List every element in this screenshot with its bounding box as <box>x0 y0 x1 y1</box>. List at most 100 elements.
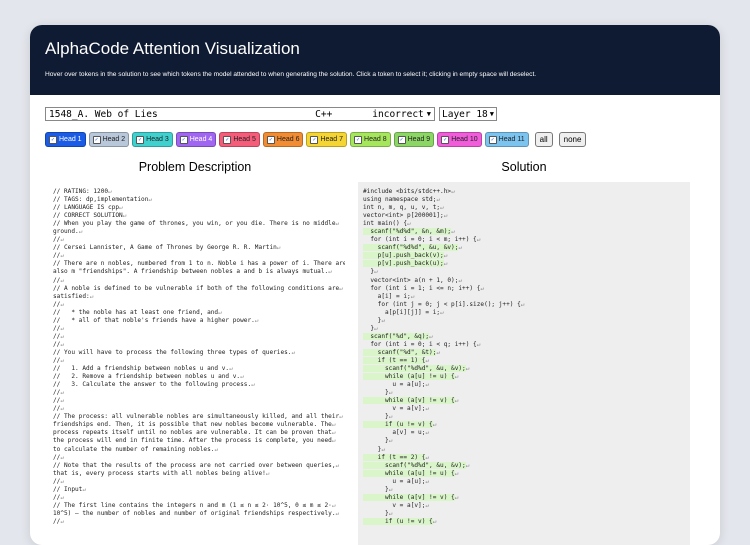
solution-line[interactable]: vector<int> p[200001];↵ <box>363 212 690 220</box>
solution-line[interactable]: if (u != v) {↵ <box>363 421 690 429</box>
problem-line[interactable]: //↵ <box>53 478 345 486</box>
head-toggle-4[interactable]: ✓ Head 4 <box>175 132 217 147</box>
solution-line[interactable]: scanf("%d", &t);↵ <box>363 348 690 357</box>
solution-line-text[interactable]: a[i] = i; <box>363 293 411 300</box>
problem-line-text[interactable]: // 1. Add a friendship between nobles u … <box>53 365 229 372</box>
problem-line-text[interactable]: ground. <box>53 228 79 235</box>
checkbox-icon[interactable]: ✓ <box>223 135 232 144</box>
checkbox-icon[interactable]: ✓ <box>310 135 319 144</box>
solution-line-text[interactable]: } <box>363 510 389 517</box>
solution-line-text[interactable]: if (u != v) { <box>363 517 433 525</box>
solution-line-text[interactable]: } <box>363 325 374 332</box>
problem-line-text[interactable]: // 3. Calculate the answer to the follow… <box>53 381 251 388</box>
problem-line-text[interactable]: // When you play the game of thrones, yo… <box>53 220 336 227</box>
checkbox-icon[interactable]: ✓ <box>488 135 497 144</box>
solution-line-text[interactable]: while (a[u] != u) { <box>363 373 455 381</box>
solution-line[interactable]: u = a[u];↵ <box>363 381 690 389</box>
solution-line-text[interactable]: v = a[v]; <box>363 405 425 412</box>
solution-line-text[interactable]: scanf("%d%d", &u, &v); <box>363 461 466 469</box>
problem-line[interactable]: //↵ <box>53 236 345 244</box>
problem-line-text[interactable]: friendships end. Then, it is possible th… <box>53 421 332 428</box>
problem-line[interactable]: // A noble is defined to be vulnerable i… <box>53 285 345 293</box>
solution-line-text[interactable]: } <box>363 389 389 396</box>
problem-line[interactable]: //↵ <box>53 405 345 413</box>
head-toggle-11[interactable]: ✓ Head 11 <box>484 132 529 147</box>
head-toggle-8[interactable]: ✓ Head 8 <box>350 132 391 147</box>
problem-line[interactable]: //↵ <box>53 518 345 526</box>
head-toggle-10[interactable]: ✓ Head 10 <box>437 132 482 147</box>
solution-line[interactable]: }↵ <box>363 510 690 518</box>
problem-line[interactable]: to calculate the number of remaining nob… <box>53 446 345 454</box>
solution-line-text[interactable]: for (int i = 0; i < m; i++) { <box>363 236 476 243</box>
solution-line-text[interactable]: } <box>363 413 389 420</box>
problem-line-text[interactable]: // RATING: 1200 <box>53 188 108 195</box>
solution-line[interactable]: if (u != v) {↵ <box>363 517 690 526</box>
solution-line-text[interactable]: int n, m, q, u, v, t; <box>363 204 440 211</box>
problem-line-text[interactable]: // Cersei Lannister, A Game of Thrones b… <box>53 244 277 251</box>
layer-select[interactable]: Layer 18 ▼ <box>439 107 497 121</box>
head-toggle-3[interactable]: ✓ Head 3 <box>132 132 173 147</box>
solution-line-text[interactable]: } <box>363 437 389 444</box>
solution-line[interactable]: }↵ <box>363 437 690 445</box>
problem-line[interactable]: process repeats itself until no nobles a… <box>53 429 345 437</box>
problem-line-text[interactable]: // * the noble has at least one friend, … <box>53 309 218 316</box>
problem-line[interactable]: 10^5) — the number of nobles and number … <box>53 510 345 518</box>
problem-line-text[interactable]: satisfied: <box>53 293 90 300</box>
problem-line[interactable]: //↵ <box>53 454 345 462</box>
problem-line[interactable]: // The process: all vulnerable nobles ar… <box>53 413 345 421</box>
solution-line-text[interactable]: } <box>363 486 389 493</box>
problem-line-text[interactable]: // You will have to process the followin… <box>53 349 291 356</box>
problem-line[interactable]: //↵ <box>53 357 345 365</box>
problem-line[interactable]: // * the noble has at least one friend, … <box>53 309 345 317</box>
solution-line[interactable]: #include <bits/stdc++.h>↵ <box>363 188 690 196</box>
solution-line[interactable]: v = a[v];↵ <box>363 405 690 413</box>
problem-line[interactable]: // * all of that noble's friends have a … <box>53 317 345 325</box>
problem-line[interactable]: // There are n nobles, numbered from 1 t… <box>53 260 345 268</box>
solution-line[interactable]: vector<int> a(n + 1, 0);↵ <box>363 277 690 285</box>
head-toggle-6[interactable]: ✓ Head 6 <box>262 132 304 147</box>
problem-line[interactable]: //↵ <box>53 277 345 285</box>
problem-line[interactable]: satisfied:↵ <box>53 293 345 301</box>
solution-line[interactable]: for (int i = 0; i < q; i++) {↵ <box>363 341 690 349</box>
solution-line-text[interactable]: if (u != v) { <box>363 421 433 429</box>
problem-line-text[interactable]: that is, every process starts with all n… <box>53 470 266 477</box>
solution-line-text[interactable]: } <box>363 446 382 453</box>
solution-line[interactable]: }↵ <box>363 446 690 454</box>
solution-line[interactable]: scanf("%d%d", &u, &v);↵ <box>363 244 690 252</box>
problem-line[interactable]: ground.↵ <box>53 228 345 236</box>
problem-line[interactable]: friendships end. Then, it is possible th… <box>53 421 345 429</box>
problem-line-text[interactable]: // Note that the results of the process … <box>53 462 336 469</box>
none-button[interactable]: none <box>558 132 587 147</box>
solution-line[interactable]: int n, m, q, u, v, t;↵ <box>363 204 690 212</box>
solution-line-text[interactable]: scanf("%d%d", &u, &v); <box>363 365 466 373</box>
checkbox-icon[interactable]: ✓ <box>354 135 363 144</box>
solution-line[interactable]: if (t == 1) {↵ <box>363 356 690 365</box>
checkbox-icon[interactable]: ✓ <box>136 135 145 144</box>
solution-line-text[interactable]: u = a[u]; <box>363 381 425 388</box>
solution-line-text[interactable]: for (int i = 0; i < q; i++) { <box>363 341 476 348</box>
solution-line-text[interactable]: scanf("%d", &t); <box>363 348 437 356</box>
head-toggle-5[interactable]: ✓ Head 5 <box>219 132 260 147</box>
solution-line-text[interactable]: if (t == 2) { <box>363 453 426 461</box>
problem-line-text[interactable]: process repeats itself until no nobles a… <box>53 429 332 436</box>
problem-line[interactable]: the process will end in finite time. Aft… <box>53 437 345 445</box>
solution-line[interactable]: while (a[u] != u) {↵ <box>363 469 690 478</box>
problem-line-text[interactable]: // 2. Remove a friendship between nobles… <box>53 373 240 380</box>
solution-line[interactable]: }↵ <box>363 268 690 276</box>
problem-line[interactable]: //↵ <box>53 389 345 397</box>
problem-line-text[interactable]: also m "friendships". A friendship betwe… <box>53 268 328 275</box>
solution-line-text[interactable]: if (t == 1) { <box>363 356 426 364</box>
solution-line-text[interactable]: while (a[v] != v) { <box>363 493 455 501</box>
problem-line[interactable]: // When you play the game of thrones, yo… <box>53 220 345 228</box>
problem-line[interactable]: //↵ <box>53 301 345 309</box>
problem-line[interactable]: // LANGUAGE IS cpp↵ <box>53 204 345 212</box>
head-toggle-1[interactable]: ✓ Head 1 <box>45 132 86 147</box>
problem-line-text[interactable]: // CORRECT SOLUTION <box>53 212 123 219</box>
problem-line-text[interactable]: the process will end in finite time. Aft… <box>53 437 332 444</box>
head-toggle-7[interactable]: ✓ Head 7 <box>306 132 348 147</box>
solution-line-text[interactable]: u = a[u]; <box>363 478 425 485</box>
solution-line-text[interactable]: } <box>363 317 382 324</box>
problem-line[interactable]: also m "friendships". A friendship betwe… <box>53 268 345 276</box>
problem-line[interactable]: //↵ <box>53 333 345 341</box>
solution-line-text[interactable]: int main() { <box>363 220 407 227</box>
